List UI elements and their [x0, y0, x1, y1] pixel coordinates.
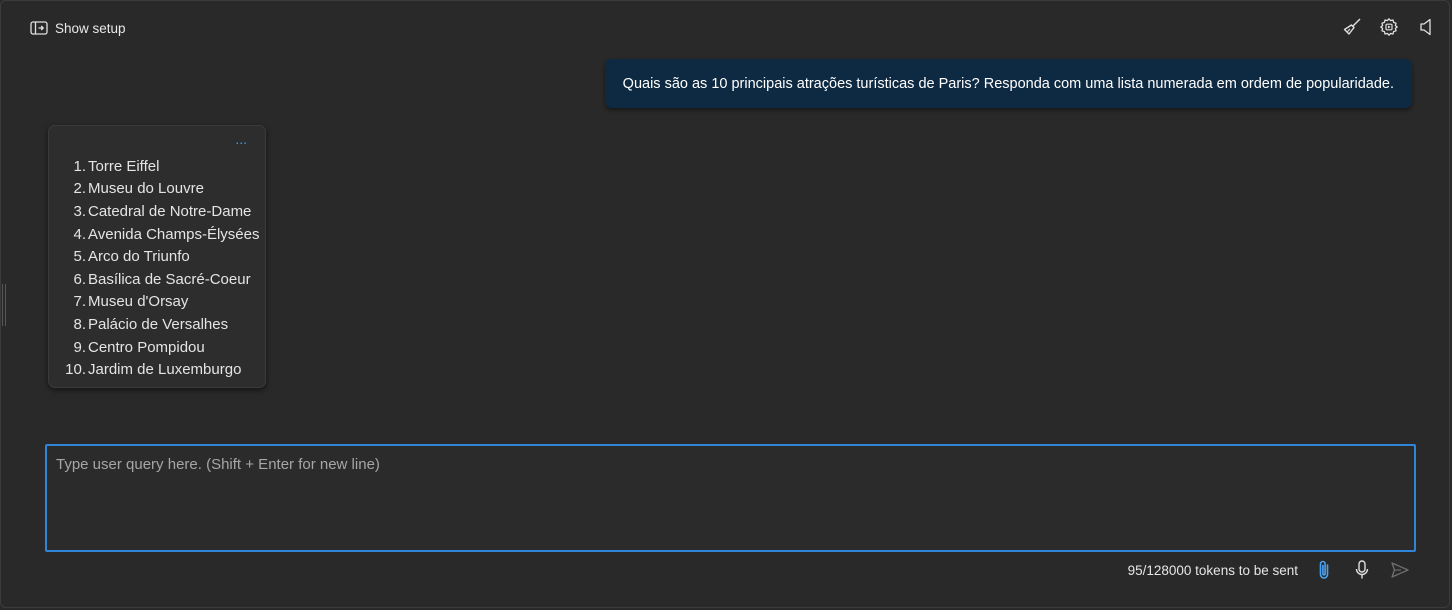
list-item-number: 9. [73, 338, 86, 356]
list-item-text: Basílica de Sacré-Coeur [88, 270, 251, 288]
assistant-message-card: ... 1. Torre Eiffel 2. Museu do Louvre 3. C… [48, 125, 266, 388]
list-item: 5. Arco do Triunfo [57, 245, 259, 268]
list-item-text: Museu do Louvre [88, 180, 204, 198]
send-icon [1390, 561, 1410, 579]
list-item-text: Avenida Champs-Élysées [88, 225, 260, 243]
microphone-icon [1354, 559, 1370, 581]
user-message-bubble: Quais são as 10 principais atrações turí… [604, 59, 1412, 108]
attach-file-button[interactable] [1314, 559, 1334, 581]
attractions-list: 1. Torre Eiffel 2. Museu do Louvre 3. Cated… [57, 155, 259, 381]
list-item-text: Torre Eiffel [88, 157, 160, 175]
list-item-number: 8. [73, 315, 86, 333]
clear-chat-button[interactable] [1342, 16, 1362, 38]
list-item: 6. Basílica de Sacré-Coeur [57, 268, 259, 291]
voice-input-button[interactable] [1352, 559, 1372, 581]
list-item: 9. Centro Pompidou [57, 336, 259, 359]
composer-footer: 95/128000 tokens to be sent [1128, 558, 1410, 582]
list-item-text: Jardim de Luxemburgo [88, 361, 242, 379]
list-item: 2. Museu do Louvre [57, 178, 259, 201]
user-query-input[interactable] [47, 446, 1414, 550]
show-setup-icon [30, 20, 48, 36]
top-toolbar [1342, 16, 1436, 38]
message-options-icon[interactable]: ... [235, 132, 247, 146]
list-item-text: Arco do Triunfo [88, 248, 190, 266]
panel-resize-handle[interactable] [2, 284, 6, 326]
settings-gear-icon [1379, 17, 1399, 37]
list-item: 3. Catedral de Notre-Dame [57, 200, 259, 223]
list-item-text: Centro Pompidou [88, 338, 205, 356]
list-item-number: 3. [73, 202, 86, 220]
list-item-number: 5. [73, 248, 86, 266]
list-item-number: 7. [73, 293, 86, 311]
speaker-button[interactable] [1416, 16, 1436, 38]
chat-settings-button[interactable] [1379, 16, 1399, 38]
list-item-number: 6. [73, 270, 86, 288]
list-item: 1. Torre Eiffel [57, 155, 259, 178]
list-item: 10. Jardim de Luxemburgo [57, 358, 259, 381]
token-count-label: 95/128000 tokens to be sent [1127, 562, 1298, 578]
list-item-number: 4. [73, 225, 86, 243]
list-item-number: 10. [65, 361, 86, 379]
list-item-text: Museu d'Orsay [88, 293, 189, 311]
list-item-number: 2. [73, 180, 86, 198]
show-setup-button[interactable]: Show setup [30, 18, 126, 38]
list-item: 4. Avenida Champs-Élysées [57, 223, 259, 246]
show-setup-label: Show setup [55, 20, 126, 36]
paperclip-icon [1317, 559, 1331, 581]
list-item-text: Palácio de Versalhes [88, 315, 229, 333]
send-button[interactable] [1390, 559, 1410, 581]
speaker-icon [1418, 17, 1434, 37]
list-item: 7. Museu d'Orsay [57, 291, 259, 314]
list-item-text: Catedral de Notre-Dame [88, 202, 252, 220]
broom-icon [1342, 17, 1362, 37]
list-item-number: 1. [73, 157, 86, 175]
user-query-box [45, 444, 1416, 552]
list-item: 8. Palácio de Versalhes [57, 313, 259, 336]
